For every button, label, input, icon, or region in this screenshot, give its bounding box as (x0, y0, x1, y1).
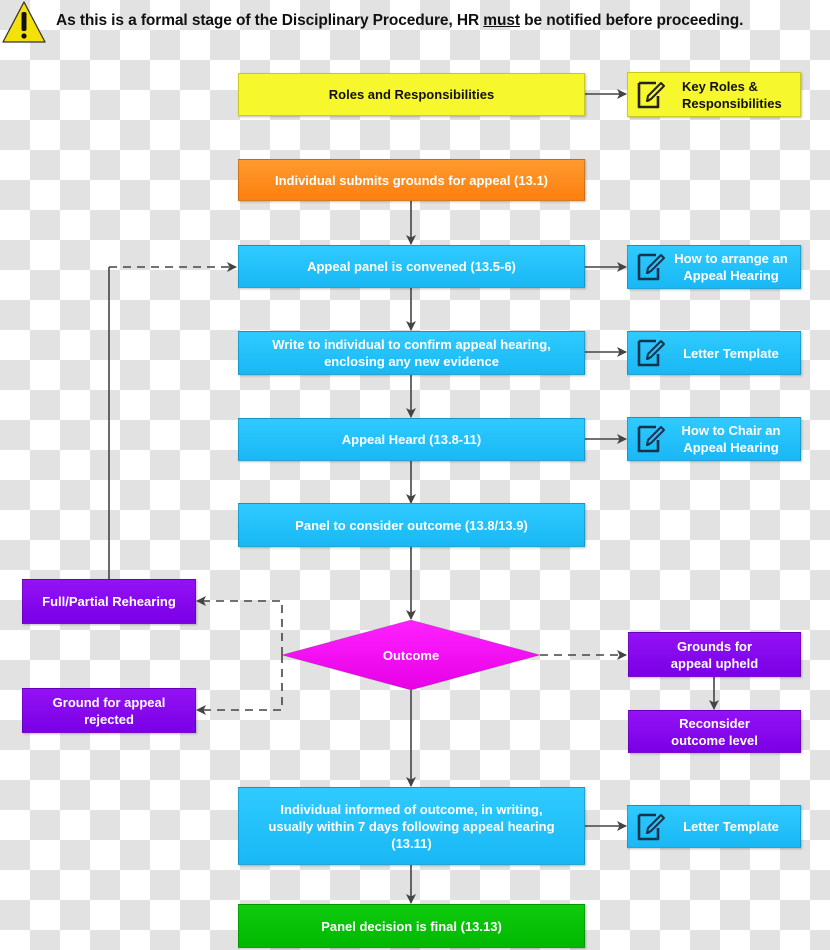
submit-appeal-step: Individual submits grounds for appeal (1… (238, 159, 585, 201)
appeal-heard-step: Appeal Heard (13.8-11) (238, 418, 585, 461)
resource-arrange-hearing[interactable]: How to arrange an Appeal Hearing (627, 245, 801, 289)
edit-document-icon (637, 81, 665, 108)
roles-and-responsibilities-box: Roles and Responsibilities (238, 73, 585, 116)
hr-notice-text: As this is a formal stage of the Discipl… (56, 12, 744, 29)
confirm-hearing-step: Write to individual to confirm appeal he… (238, 331, 585, 375)
connector-outcome-rejected-branch (196, 655, 283, 715)
resource-label: Letter Template (683, 345, 779, 361)
warning-triangle-icon (2, 1, 46, 43)
full-partial-rehearing-box: Full/Partial Rehearing (22, 579, 196, 624)
resource-chair-hearing[interactable]: How to Chair an Appeal Hearing (627, 417, 801, 461)
outcome-label: Outcome (382, 647, 440, 663)
panel-decision-final-step: Panel decision is final (13.13) (238, 904, 585, 948)
hr-notice-banner: As this is a formal stage of the Discipl… (0, 0, 830, 46)
appeal-upheld-box: Grounds for appeal upheld (628, 632, 801, 677)
outcome-decision: Outcome (282, 620, 540, 690)
resource-letter-template-hearing[interactable]: Letter Template (627, 331, 801, 375)
resource-key-roles[interactable]: Key Roles & Responsibilities (627, 72, 801, 117)
edit-document-icon (637, 425, 665, 453)
edit-document-icon (637, 813, 665, 840)
resource-label: How to arrange an Appeal Hearing (674, 251, 788, 283)
resource-letter-template-outcome[interactable]: Letter Template (627, 805, 801, 848)
reconsider-outcome-box: Reconsider outcome level (628, 710, 801, 753)
resource-label: Letter Template (683, 819, 779, 834)
consider-outcome-step: Panel to consider outcome (13.8/13.9) (238, 503, 585, 547)
emphasis-must: must (483, 12, 520, 29)
connector-outcome-left-branch (196, 596, 283, 655)
resource-label: Key Roles & Responsibilities (682, 78, 782, 111)
appeal-rejected-box: Ground for appeal rejected (22, 688, 196, 733)
edit-document-icon (637, 253, 665, 281)
edit-document-icon (637, 339, 665, 367)
individual-informed-step: Individual informed of outcome, in writi… (238, 787, 585, 865)
panel-convened-step: Appeal panel is convened (13.5-6) (238, 245, 585, 288)
resource-label: How to Chair an Appeal Hearing (681, 423, 781, 455)
